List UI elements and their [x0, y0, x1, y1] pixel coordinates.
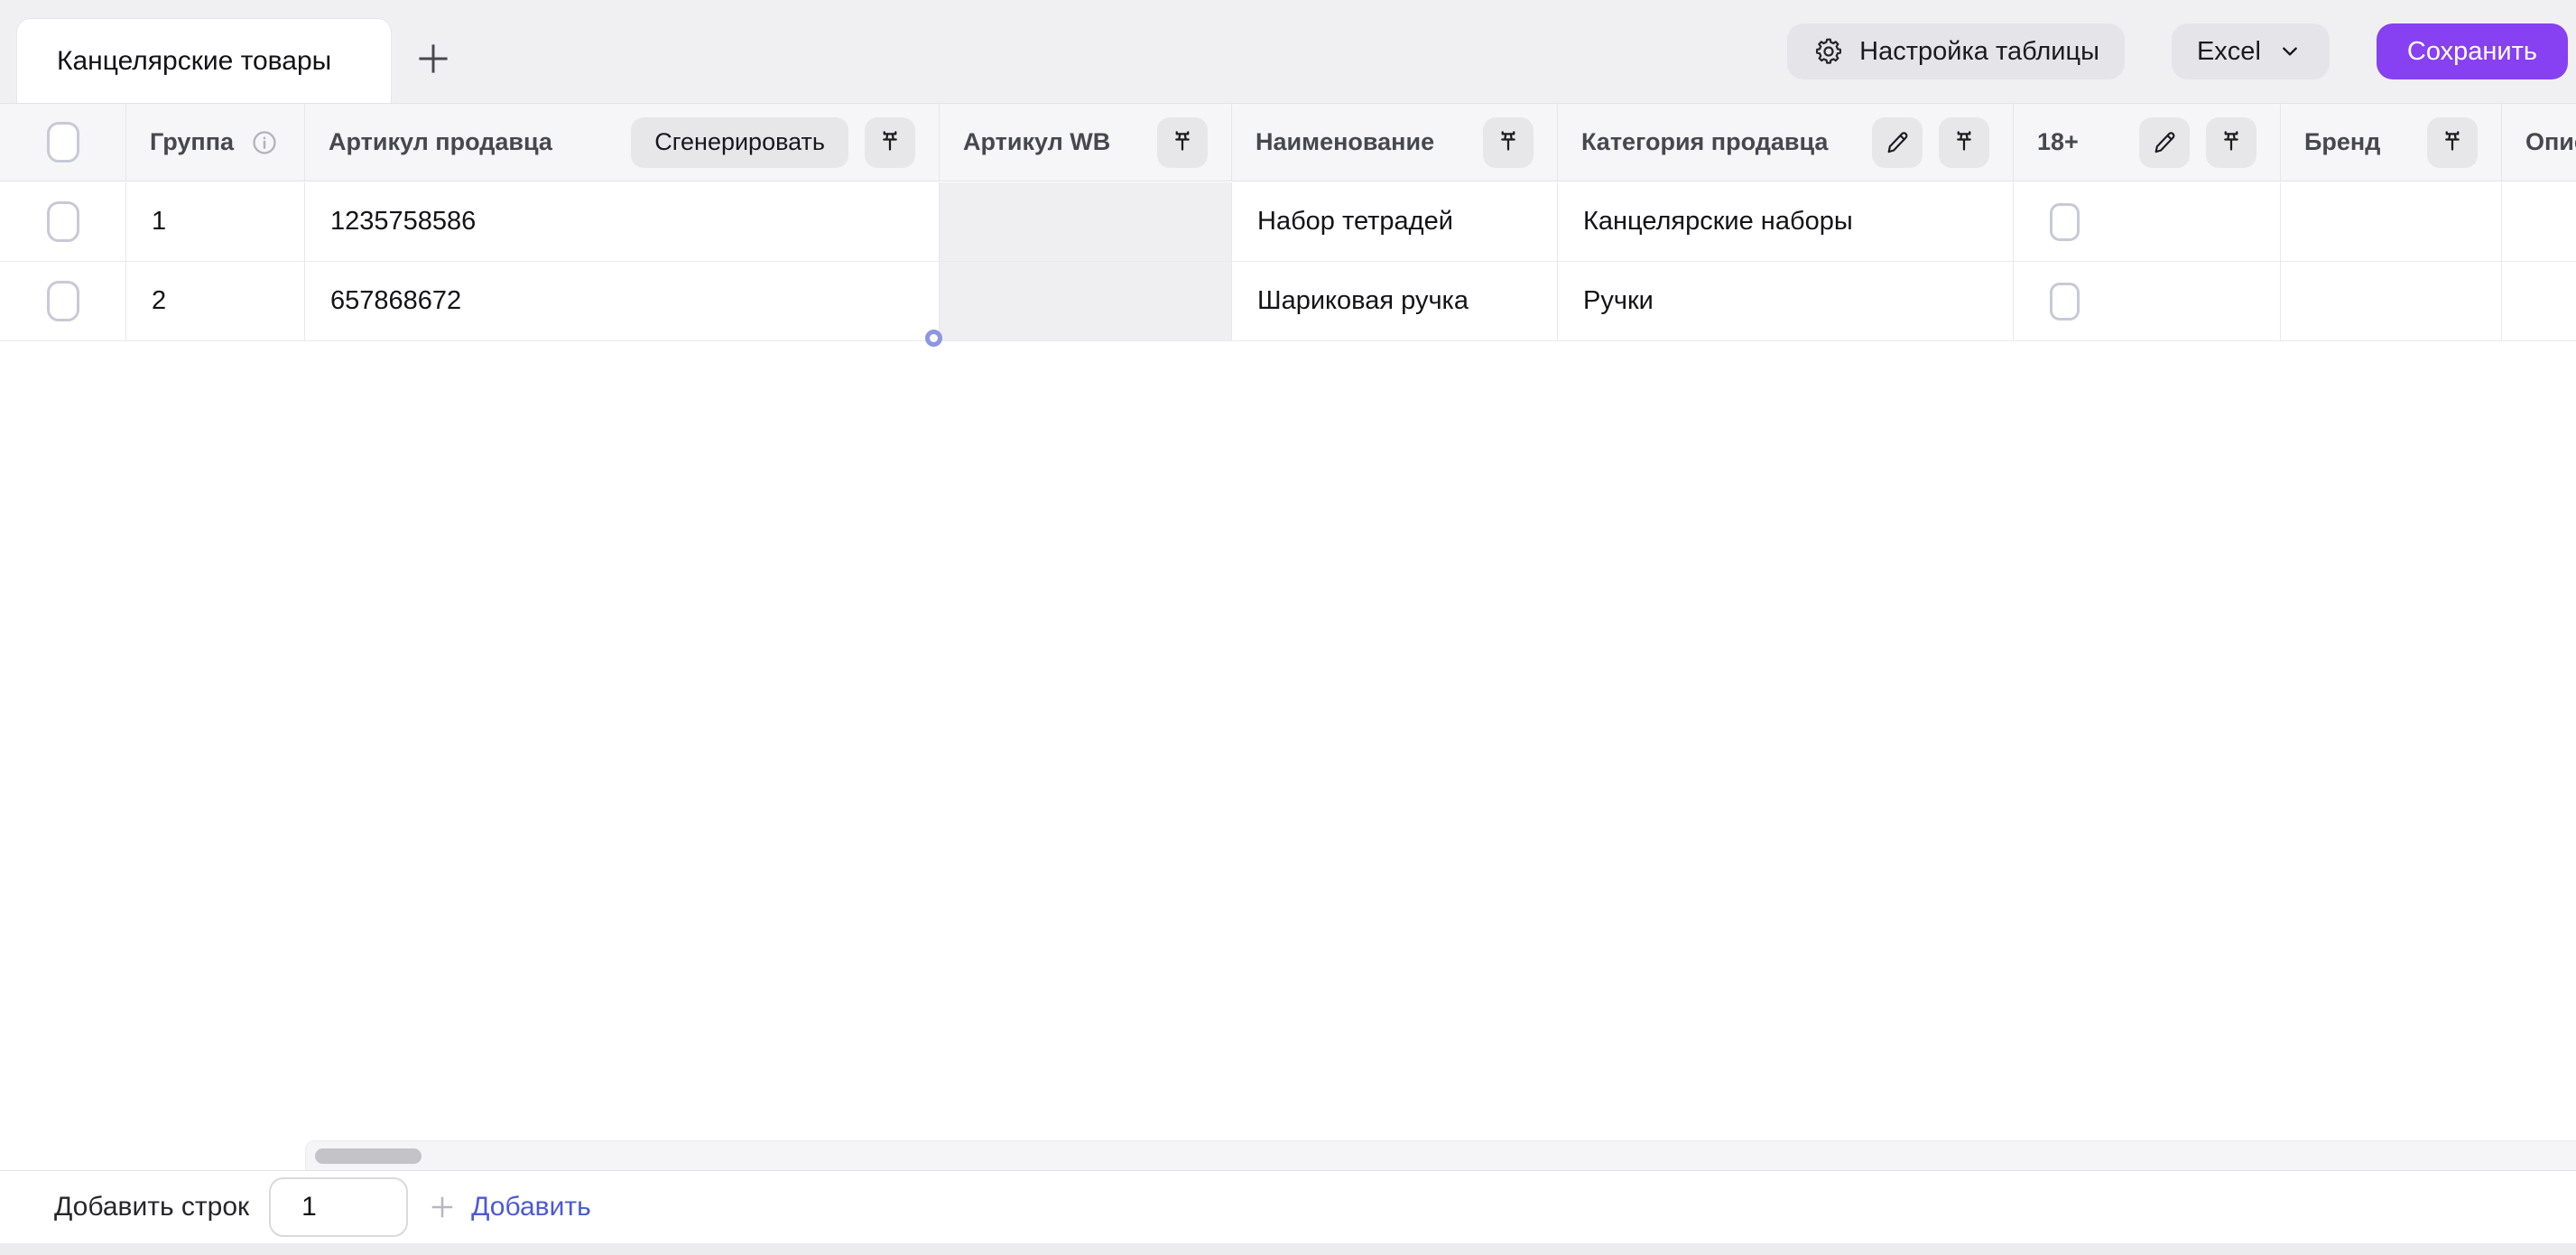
header-vendor-code-cell: Артикул продавца Сгенерировать	[305, 104, 940, 181]
header-name-cell: Наименование	[1232, 104, 1558, 181]
wb-code-cell	[940, 262, 1232, 340]
plus-icon	[426, 1191, 459, 1223]
header-adult-label: 18+	[2037, 128, 2079, 155]
gear-icon	[1812, 35, 1845, 68]
header-brand-cell: Бренд	[2281, 104, 2502, 181]
header-category-label: Категория продавца	[1581, 128, 1829, 155]
horizontal-scrollbar-thumb[interactable]	[315, 1148, 422, 1164]
category-cell[interactable]: Ручки	[1558, 262, 2014, 340]
name-cell[interactable]: Набор тетрадей	[1232, 182, 1558, 261]
add-rows-label: Добавить строк	[54, 1192, 250, 1222]
adult-checkbox[interactable]	[2050, 202, 2080, 241]
description-cell[interactable]	[2502, 182, 2576, 261]
tab-label: Канцелярские товары	[57, 46, 332, 76]
header-description-label: Описание	[2525, 128, 2576, 155]
generate-button[interactable]: Сгенерировать	[631, 116, 848, 168]
pin-column-button[interactable]	[2427, 116, 2478, 168]
description-cell[interactable]	[2502, 262, 2576, 340]
header-wb-code-label: Артикул WB	[963, 128, 1111, 155]
info-icon[interactable]	[250, 128, 279, 157]
excel-label: Excel	[2196, 36, 2261, 66]
adult-checkbox[interactable]	[2050, 282, 2080, 321]
toolbar: Настройка таблицы Excel Сохранить	[1787, 23, 2568, 79]
bottom-edge-strip	[0, 1243, 2576, 1255]
horizontal-scrollbar-track[interactable]	[305, 1140, 2576, 1170]
select-all-checkbox[interactable]	[46, 122, 79, 163]
tab-active[interactable]: Канцелярские товары	[16, 18, 392, 104]
plus-icon	[413, 39, 453, 79]
wb-code-cell	[940, 182, 1232, 261]
row-checkbox[interactable]	[46, 281, 79, 321]
vendor-code-cell[interactable]: 1235758586	[305, 182, 940, 261]
rows-count-input[interactable]	[269, 1177, 409, 1237]
name-cell[interactable]: Шариковая ручка	[1232, 262, 1558, 340]
adult-cell	[2014, 182, 2281, 261]
header-description-cell: Описание	[2502, 104, 2576, 181]
row-checkbox[interactable]	[46, 201, 79, 242]
header-vendor-code-label: Артикул продавца	[329, 128, 552, 155]
table-row: 1 1235758586 Набор тетрадей Канцелярские…	[0, 182, 2576, 262]
brand-cell[interactable]	[2281, 182, 2502, 261]
row-select-cell	[0, 182, 126, 261]
table-settings-button[interactable]: Настройка таблицы	[1787, 23, 2125, 79]
category-cell[interactable]: Канцелярские наборы	[1558, 182, 2014, 261]
pin-icon	[1494, 128, 1523, 157]
footer-bar: Добавить строк Добавить	[0, 1170, 2576, 1243]
pin-column-button[interactable]	[1939, 116, 1989, 168]
edit-icon	[2150, 128, 2179, 157]
pin-column-button[interactable]	[1157, 116, 1208, 168]
edit-column-button[interactable]	[1872, 116, 1923, 168]
table-settings-label: Настройка таблицы	[1859, 36, 2099, 66]
pin-column-button[interactable]	[1483, 116, 1534, 168]
header-name-label: Наименование	[1256, 128, 1435, 155]
adult-cell	[2014, 262, 2281, 340]
pin-icon	[2438, 128, 2467, 157]
pin-icon	[876, 128, 904, 157]
pin-icon	[1168, 128, 1197, 157]
add-rows-button[interactable]: Добавить	[426, 1191, 591, 1223]
group-cell[interactable]: 1	[126, 182, 305, 261]
add-tab-button[interactable]	[408, 33, 459, 84]
header-wb-code-cell: Артикул WB	[940, 104, 1232, 181]
add-rows-button-label: Добавить	[471, 1192, 591, 1222]
pin-column-button[interactable]	[865, 116, 915, 168]
header-adult-cell: 18+	[2014, 104, 2281, 181]
vendor-code-cell[interactable]: 657868672	[305, 262, 940, 340]
save-label: Сохранить	[2406, 36, 2537, 66]
excel-dropdown-button[interactable]: Excel	[2171, 23, 2330, 79]
brand-cell[interactable]	[2281, 262, 2502, 340]
row-select-cell	[0, 262, 126, 340]
pin-icon	[2217, 128, 2246, 157]
tab-bar: Канцелярские товары Настройка таблицы Ex…	[0, 0, 2576, 104]
pin-column-button[interactable]	[2206, 116, 2256, 168]
edit-column-button[interactable]	[2139, 116, 2190, 168]
table-header-row: Группа Артикул продавца Сгенерировать Ар…	[0, 103, 2576, 181]
pin-icon	[1950, 128, 1978, 157]
chevron-down-icon	[2275, 37, 2304, 66]
group-cell[interactable]: 2	[126, 262, 305, 340]
header-select-cell	[0, 104, 126, 181]
table-row: 2 657868672 Шариковая ручка Ручки	[0, 262, 2576, 341]
edit-icon	[1883, 128, 1912, 157]
header-brand-label: Бренд	[2304, 128, 2381, 155]
cell-fill-handle[interactable]	[925, 330, 942, 347]
header-group-cell: Группа	[126, 104, 305, 181]
header-category-cell: Категория продавца	[1558, 104, 2014, 181]
header-group-label: Группа	[150, 128, 235, 155]
save-button[interactable]: Сохранить	[2376, 23, 2568, 79]
